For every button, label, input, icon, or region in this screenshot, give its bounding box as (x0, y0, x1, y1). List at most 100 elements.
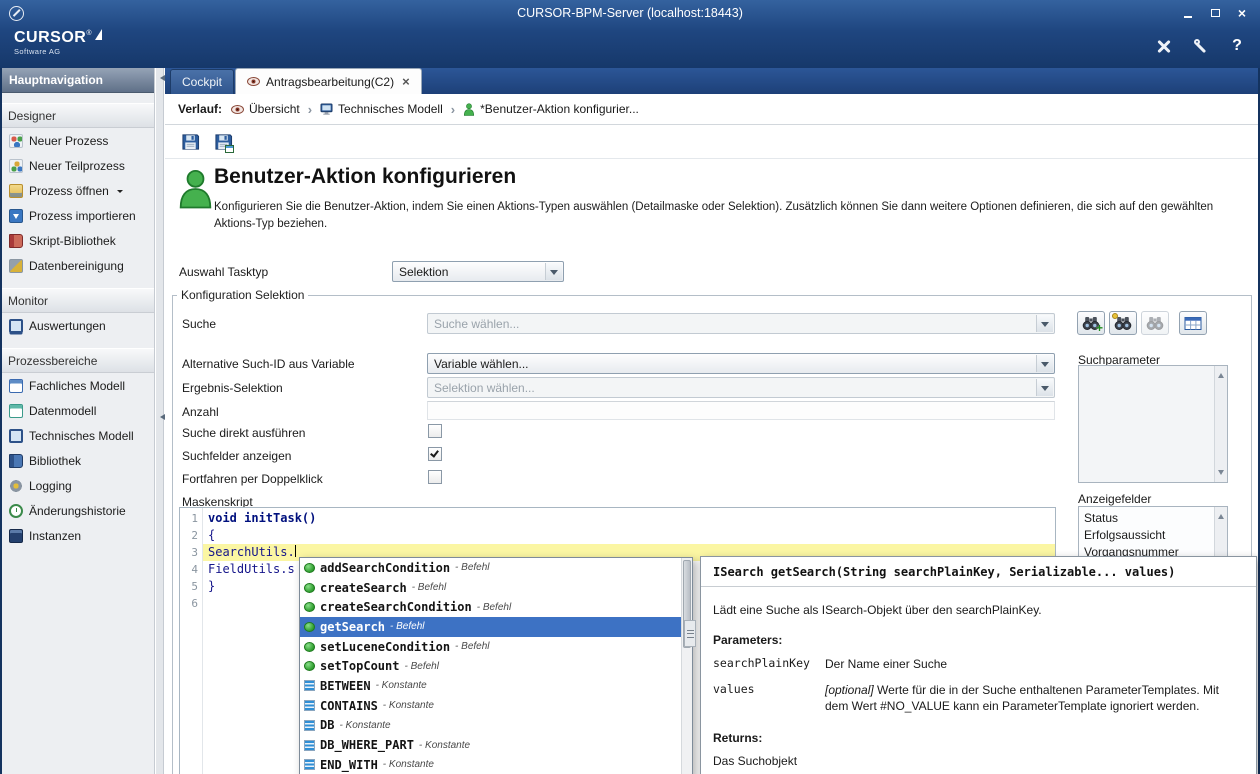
line-number: 1 (180, 510, 202, 527)
autocomplete-item-contains[interactable]: CONTAINS- Konstante (300, 696, 681, 716)
breadcrumb-item-label: *Benutzer-Aktion konfigurier... (480, 102, 639, 116)
sidebar-section-designer[interactable]: Designer (0, 103, 154, 128)
window-maximize-button[interactable] (1203, 4, 1227, 21)
sidebar-splitter[interactable] (156, 68, 164, 774)
titlebar[interactable]: CURSOR-BPM-Server (localhost:18443) × (0, 0, 1260, 26)
method-icon (304, 602, 315, 612)
sidebar-sections: DesignerNeuer ProzessNeuer TeilprozessPr… (0, 103, 154, 548)
evaluations-icon (9, 319, 23, 333)
method-icon (304, 583, 315, 593)
resize-grip-icon[interactable] (684, 620, 696, 647)
sidebar-item-neuer-teilprozess[interactable]: Neuer Teilprozess (0, 153, 154, 178)
suchparameter-listbox[interactable] (1078, 365, 1228, 483)
suchparameter-scrollbar[interactable] (1214, 366, 1227, 482)
code-line[interactable]: void initTask() (203, 510, 1055, 527)
autocomplete-item-addsearchcondition[interactable]: addSearchCondition- Befehl (300, 558, 681, 578)
code-text: void initTask() (208, 511, 316, 525)
scroll-up-icon[interactable] (1218, 511, 1224, 519)
autocomplete-item-name: addSearchCondition (320, 561, 450, 575)
autocomplete-item-settopcount[interactable]: setTopCount- Befehl (300, 656, 681, 676)
tab-close-icon[interactable]: × (402, 75, 410, 88)
user-action-icon (463, 103, 475, 116)
tools-icon[interactable] (1154, 36, 1174, 56)
window-minimize-button[interactable] (1176, 4, 1200, 21)
breadcrumb: Verlauf: Übersicht›Technisches Modell›*B… (165, 94, 1260, 125)
autocomplete-item-name: DB_WHERE_PART (320, 738, 414, 752)
help-icon[interactable]: ? (1230, 36, 1244, 56)
tab-antragsbearbeitung-c2[interactable]: Antragsbearbeitung(C2)× (235, 68, 422, 94)
scroll-down-icon[interactable] (1218, 470, 1224, 478)
registered-mark: ® (86, 30, 91, 37)
autocomplete-item-name: getSearch (320, 620, 385, 634)
autocomplete-scrollbar[interactable] (681, 558, 692, 774)
sidebar-item-prozess-oeffnen[interactable]: Prozess öffnen (0, 178, 154, 203)
anzahl-field[interactable] (427, 401, 1055, 420)
autocomplete-item-setlucenecondition[interactable]: setLuceneCondition- Befehl (300, 637, 681, 657)
list-item-erfolgsaussicht[interactable]: Erfolgsaussicht (1079, 526, 1227, 543)
autocomplete-item-name: BETWEEN (320, 679, 371, 693)
suche-direkt-checkbox[interactable] (428, 424, 442, 438)
autocomplete-item-createsearchcondition[interactable]: createSearchCondition- Befehl (300, 597, 681, 617)
code-text: { (208, 528, 215, 542)
autocomplete-item-end-with[interactable]: END_WITH- Konstante (300, 755, 681, 774)
doc-param-name: values (713, 682, 825, 715)
sidebar-item-prozess-importieren[interactable]: Prozess importieren (0, 203, 154, 228)
sidebar-item-instanzen[interactable]: Instanzen (0, 523, 154, 548)
autocomplete-item-between[interactable]: BETWEEN- Konstante (300, 676, 681, 696)
toolbar (165, 125, 1260, 159)
new-search-button[interactable]: + (1077, 311, 1105, 335)
new-subprocess-icon (9, 159, 23, 173)
sidebar-item-fachliches-modell[interactable]: Fachliches Modell (0, 373, 154, 398)
eye-icon (247, 77, 260, 86)
sidebar-section-prozessbereiche[interactable]: Prozessbereiche (0, 348, 154, 373)
page-description: Konfigurieren Sie die Benutzer-Aktion, i… (214, 199, 1246, 234)
technical-model-icon (320, 103, 333, 115)
ergebnis-select[interactable]: Selektion wählen... (427, 377, 1055, 398)
sidebar-item-logging[interactable]: Logging (0, 473, 154, 498)
autocomplete-item-db[interactable]: DB- Konstante (300, 716, 681, 736)
sidebar-item-auswertungen[interactable]: Auswertungen (0, 313, 154, 338)
autocomplete-item-name: CONTAINS (320, 699, 378, 713)
sidebar-item-datenbereinigung[interactable]: Datenbereinigung (0, 253, 154, 278)
scroll-up-icon[interactable] (1218, 370, 1224, 378)
autocomplete-item-name: createSearch (320, 581, 407, 595)
autocomplete-item-db-where-part[interactable]: DB_WHERE_PART- Konstante (300, 735, 681, 755)
sidebar-item-aenderungshistorie[interactable]: Änderungshistorie (0, 498, 154, 523)
import-process-icon (9, 209, 23, 223)
sidebar-item-bibliothek[interactable]: Bibliothek (0, 448, 154, 473)
collapse-left-icon[interactable] (157, 75, 165, 81)
tab-cockpit[interactable]: Cockpit (170, 69, 234, 94)
alt-id-select[interactable]: Variable wählen... (427, 353, 1055, 374)
new-process-icon (9, 134, 23, 148)
sidebar-item-technisches-modell[interactable]: Technisches Modell (0, 423, 154, 448)
suchfelder-checkbox[interactable] (428, 447, 442, 461)
window-close-button[interactable]: × (1230, 4, 1254, 21)
list-item-status[interactable]: Status (1079, 509, 1227, 526)
breadcrumb-item-uebersicht[interactable]: Übersicht (231, 102, 300, 116)
save-button[interactable] (177, 129, 203, 155)
service-icon[interactable] (1192, 36, 1212, 56)
collapse-left-icon[interactable] (157, 414, 165, 420)
sidebar-item-label: Fachliches Modell (29, 379, 125, 393)
editor-gutter: 123456 (180, 508, 203, 774)
page-title: Benutzer-Aktion konfigurieren (214, 165, 516, 189)
sidebar-item-skript-bibliothek[interactable]: Skript-Bibliothek (0, 228, 154, 253)
save-as-button[interactable] (210, 129, 236, 155)
autocomplete-item-createsearch[interactable]: createSearch- Befehl (300, 578, 681, 598)
breadcrumb-item-technisches-modell[interactable]: Technisches Modell (320, 102, 443, 116)
doppelklick-checkbox[interactable] (428, 470, 442, 484)
suche-select[interactable]: Suche wählen... (427, 313, 1055, 334)
code-line[interactable]: { (203, 527, 1055, 544)
sidebar-item-datenmodell[interactable]: Datenmodell (0, 398, 154, 423)
constant-icon (304, 680, 315, 691)
autocomplete-item-getsearch[interactable]: getSearch- Befehl (300, 617, 681, 637)
sidebar-item-neuer-prozess[interactable]: Neuer Prozess (0, 128, 154, 153)
edit-search-button[interactable] (1109, 311, 1137, 335)
sidebar-section-monitor[interactable]: Monitor (0, 288, 154, 313)
result-table-button[interactable] (1179, 311, 1207, 335)
constant-icon (304, 740, 315, 751)
tasktype-select[interactable]: Selektion (392, 261, 564, 282)
method-icon (304, 622, 315, 632)
sidebar: Hauptnavigation DesignerNeuer ProzessNeu… (0, 68, 155, 774)
breadcrumb-item-benutzer-aktion-konfigurier[interactable]: *Benutzer-Aktion konfigurier... (463, 102, 639, 116)
